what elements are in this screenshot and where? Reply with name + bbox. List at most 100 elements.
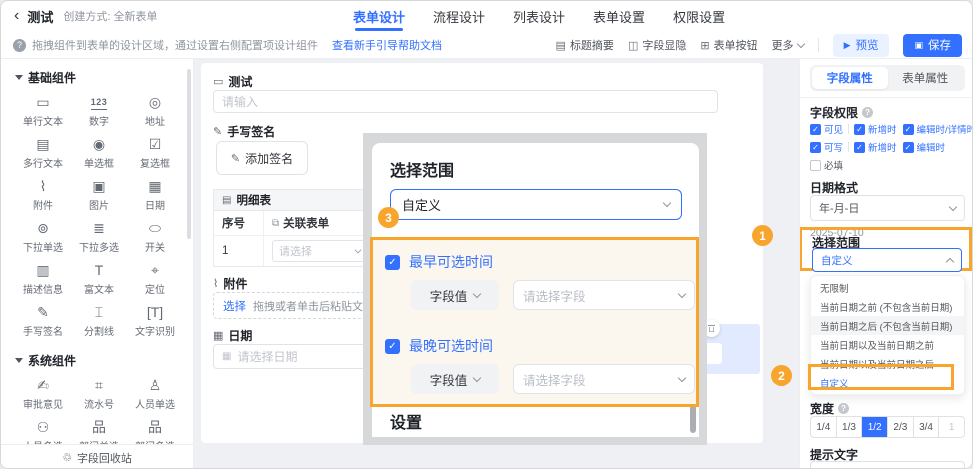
component-item-location[interactable]: ⌖ 定位 bbox=[127, 258, 183, 300]
earliest-field-select[interactable]: 请选择字段 bbox=[513, 280, 695, 310]
tab-list-design[interactable]: 列表设计 bbox=[513, 1, 565, 31]
section-system-components[interactable]: 系统组件 bbox=[1, 342, 193, 373]
latest-type-dropdown[interactable]: 字段值 bbox=[411, 364, 499, 394]
option-no-limit[interactable]: 无限制 bbox=[811, 278, 964, 297]
width-option-three-quarters[interactable]: 3/4 bbox=[914, 417, 940, 437]
add-signature-button[interactable]: ✎ 添加签名 bbox=[216, 141, 308, 175]
component-item-approval-comment[interactable]: ✍ 审批意见 bbox=[15, 373, 71, 415]
component-item-person-single[interactable]: ♙ 人员单选 bbox=[127, 373, 183, 415]
preview-button[interactable]: ▶ 预览 bbox=[832, 33, 890, 57]
help-doc-link[interactable]: 查看新手引导帮助文档 bbox=[332, 37, 442, 53]
subform-col-index: 序号 bbox=[214, 211, 264, 235]
test-text-input[interactable]: 请输入 bbox=[213, 90, 718, 113]
component-item-dropdown-multi[interactable]: ≣ 下拉多选 bbox=[71, 216, 127, 258]
field-recycle-bin[interactable]: ♲ 字段回收站 bbox=[1, 444, 193, 468]
rich-text-icon: T bbox=[94, 261, 104, 278]
required-checkbox[interactable] bbox=[810, 159, 821, 171]
select-range-select[interactable]: 自定义 bbox=[812, 248, 962, 272]
checkbox-icon: ☑ bbox=[148, 135, 162, 152]
option-today-and-after[interactable]: 当前日期以及当前日期之后 bbox=[811, 354, 964, 373]
component-item-address[interactable]: ◎ 地址 bbox=[127, 90, 183, 132]
earliest-time-checkbox[interactable] bbox=[385, 254, 400, 270]
option-after-today[interactable]: 当前日期之后 (不包含当前日期) bbox=[811, 316, 964, 335]
save-button[interactable]: ▣ 保存 bbox=[903, 33, 962, 57]
more-dropdown[interactable]: 更多 bbox=[772, 37, 805, 53]
play-icon: ▶ bbox=[843, 39, 851, 50]
modal-scrollbar[interactable] bbox=[690, 405, 696, 433]
component-item-checkbox[interactable]: ☑ 复选框 bbox=[127, 132, 183, 174]
component-item-description[interactable]: ▥ 描述信息 bbox=[15, 258, 71, 300]
component-item-ocr[interactable]: [T] 文字识别 bbox=[127, 300, 183, 342]
date-format-select[interactable]: 年-月-日 bbox=[810, 195, 965, 221]
width-option-full[interactable]: 1 bbox=[939, 417, 964, 437]
component-item-image[interactable]: ▣ 图片 bbox=[71, 174, 127, 216]
attachment-select-action[interactable]: 选择 bbox=[223, 298, 246, 314]
width-option-third[interactable]: 1/3 bbox=[837, 417, 863, 437]
visible-on-edit-checkbox[interactable] bbox=[902, 123, 914, 135]
drag-hint-text: 拖拽组件到表单的设计区域，通过设置右侧配置项设计组件 bbox=[32, 40, 318, 52]
radio-icon: ◉ bbox=[92, 135, 106, 152]
visible-on-create-checkbox[interactable] bbox=[854, 123, 866, 135]
component-item-single-line-text[interactable]: ▭ 单行文本 bbox=[15, 90, 71, 132]
field-label-attachment: ⌇ 附件 bbox=[213, 277, 248, 291]
annotation-circle-3: 3 bbox=[378, 207, 399, 228]
form-button-icon: ⊞ bbox=[700, 39, 710, 52]
component-item-number[interactable]: 123 数字 bbox=[71, 90, 127, 132]
component-item-signature[interactable]: ✎ 手写签名 bbox=[15, 300, 71, 342]
tab-flow-design[interactable]: 流程设计 bbox=[433, 1, 485, 31]
component-item-rich-text[interactable]: T 富文本 bbox=[71, 258, 127, 300]
writable-on-edit-checkbox[interactable] bbox=[902, 141, 914, 153]
date-format-heading: 日期格式 bbox=[810, 181, 859, 195]
writable-on-create-checkbox[interactable] bbox=[854, 141, 866, 153]
hint-text-input[interactable]: 请选择日期 bbox=[810, 461, 965, 468]
chevron-down-icon bbox=[354, 246, 362, 253]
location-target-icon: ⌖ bbox=[151, 261, 159, 278]
option-custom[interactable]: 自定义 bbox=[811, 373, 964, 392]
description-icon: ▥ bbox=[36, 261, 50, 278]
form-button-button[interactable]: ⊞ 表单按钮 bbox=[700, 37, 757, 53]
org-tree-icon: 品 bbox=[92, 418, 106, 435]
component-item-radio[interactable]: ◉ 单选框 bbox=[71, 132, 127, 174]
component-item-date[interactable]: ▦ 日期 bbox=[127, 174, 183, 216]
visible-checkbox[interactable] bbox=[810, 123, 821, 135]
subform-row-select[interactable]: 请选择 bbox=[272, 240, 368, 262]
latest-field-select[interactable]: 请选择字段 bbox=[513, 364, 695, 394]
width-option-quarter[interactable]: 1/4 bbox=[811, 417, 837, 437]
latest-time-checkbox[interactable] bbox=[385, 338, 400, 354]
component-item-multi-line-text[interactable]: ▤ 多行文本 bbox=[15, 132, 71, 174]
subform-icon: ▤ bbox=[222, 194, 232, 206]
info-icon: ? bbox=[13, 38, 26, 52]
recycle-icon: ♲ bbox=[62, 452, 72, 464]
width-option-half[interactable]: 1/2 bbox=[862, 417, 889, 437]
divider-icon: ⌶ bbox=[94, 303, 104, 320]
tab-form-properties[interactable]: 表单属性 bbox=[888, 67, 964, 89]
tab-form-settings[interactable]: 表单设置 bbox=[593, 1, 645, 31]
component-item-switch[interactable]: ⬭ 开关 bbox=[127, 216, 183, 258]
tab-field-properties[interactable]: 字段属性 bbox=[812, 67, 888, 89]
chevron-down-icon bbox=[677, 373, 687, 382]
option-before-today[interactable]: 当前日期之前 (不包含当前日期) bbox=[811, 297, 964, 316]
component-item-dropdown-single[interactable]: ⊚ 下拉单选 bbox=[15, 216, 71, 258]
section-basic-components[interactable]: 基础组件 bbox=[1, 59, 193, 90]
title-summary-button[interactable]: ▤ 标题摘要 bbox=[556, 37, 614, 53]
writable-checkbox[interactable] bbox=[810, 141, 821, 153]
calendar-icon: ▦ bbox=[213, 330, 224, 342]
component-item-divider[interactable]: ⌶ 分割线 bbox=[71, 300, 127, 342]
back-icon[interactable]: ‹ bbox=[14, 8, 19, 24]
component-item-serial-number[interactable]: ⌗ 流水号 bbox=[71, 373, 127, 415]
create-mode-subtitle: 创建方式: 全新表单 bbox=[63, 11, 158, 23]
info-icon: ? bbox=[862, 107, 874, 118]
field-label-date: ▦ 日期 bbox=[213, 329, 253, 343]
modal-range-select[interactable]: 自定义 bbox=[390, 189, 682, 220]
earliest-type-dropdown[interactable]: 字段值 bbox=[411, 280, 499, 310]
component-item-attachment[interactable]: ⌇ 附件 bbox=[15, 174, 71, 216]
option-today-and-before[interactable]: 当前日期以及当前日期之前 bbox=[811, 335, 964, 354]
trash-icon: ⊔ bbox=[708, 324, 715, 334]
tab-form-design[interactable]: 表单设计 bbox=[353, 1, 405, 31]
serial-number-icon: ⌗ bbox=[95, 376, 103, 393]
sidebar-scrollbar[interactable] bbox=[187, 69, 191, 239]
chevron-up-icon bbox=[945, 257, 955, 266]
tab-permission-settings[interactable]: 权限设置 bbox=[673, 1, 725, 31]
field-visibility-button[interactable]: ◫ 字段显隐 bbox=[628, 37, 686, 53]
width-option-two-thirds[interactable]: 2/3 bbox=[888, 417, 914, 437]
